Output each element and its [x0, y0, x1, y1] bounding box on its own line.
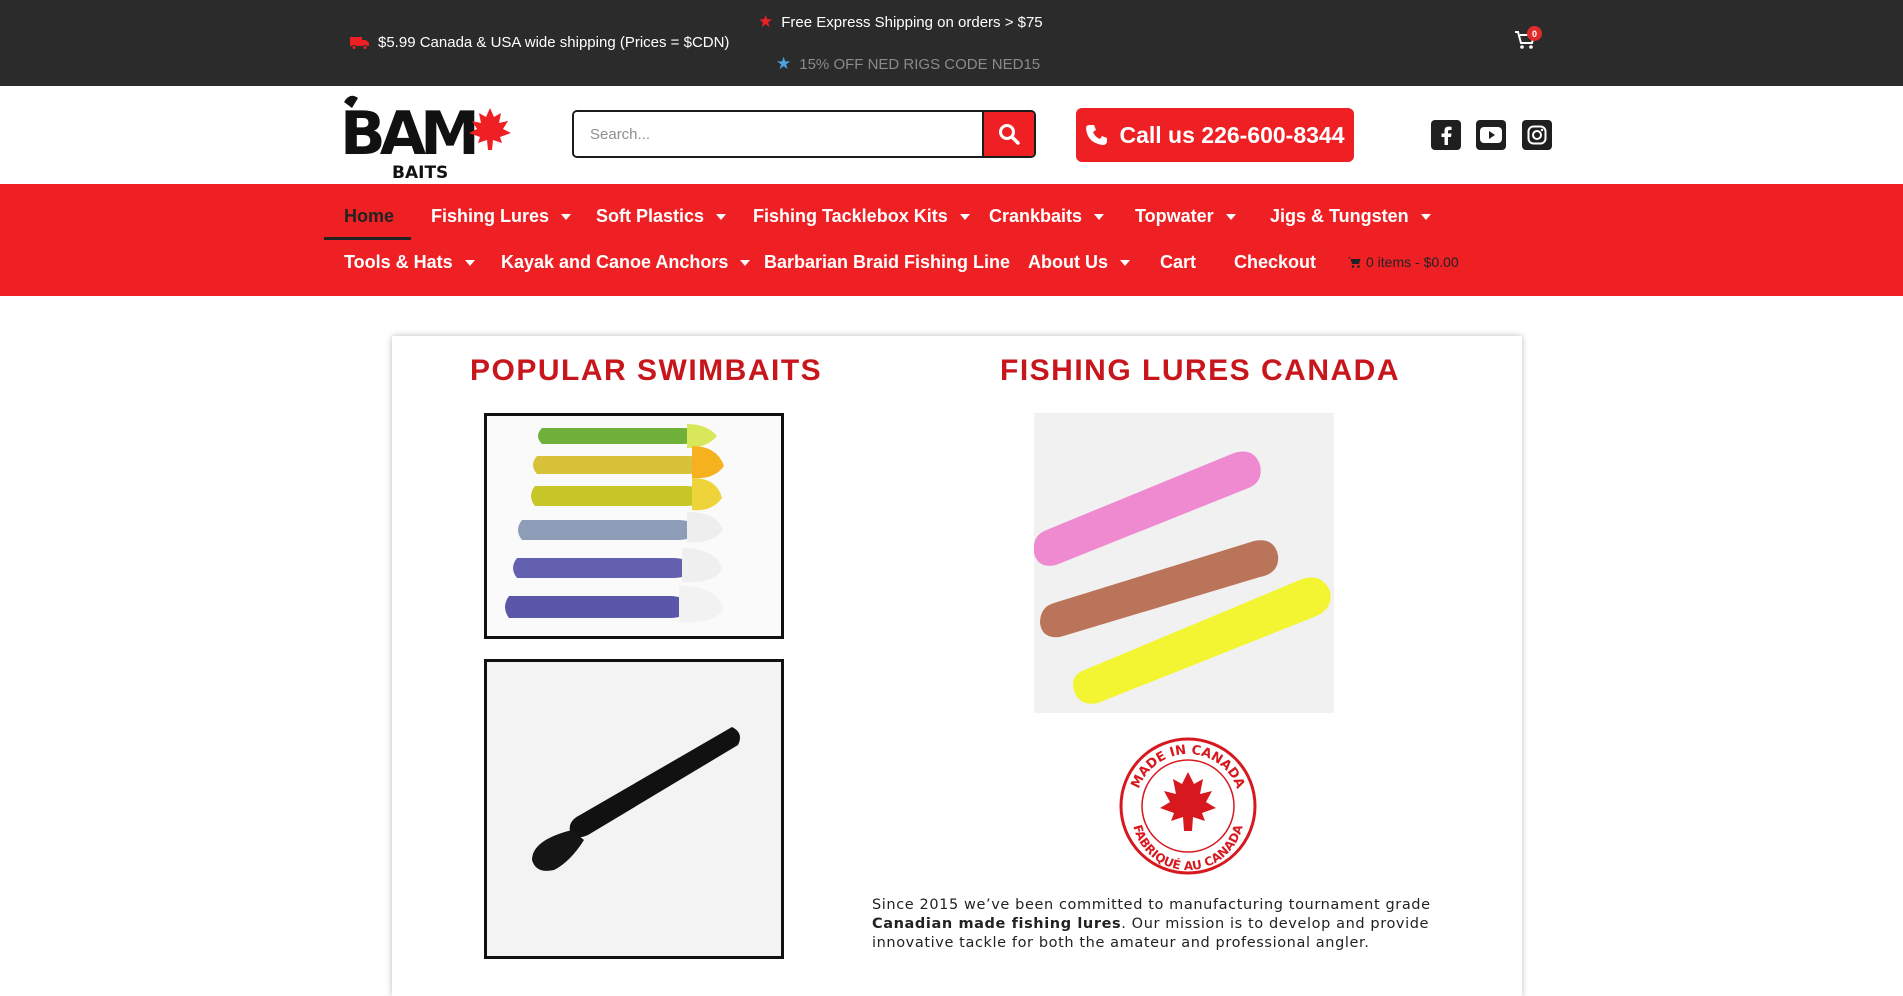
nav-cart-summary[interactable]: 0 items - $0.00	[1348, 254, 1459, 270]
black-swimbait-image[interactable]	[484, 659, 784, 959]
nav-label: Topwater	[1135, 206, 1214, 226]
shipping-text: $5.99 Canada & USA wide shipping (Prices…	[378, 34, 730, 51]
nav-label: Kayak and Canoe Anchors	[501, 252, 729, 272]
nav-label: About Us	[1028, 252, 1108, 272]
fishing-lures-canada-image[interactable]	[1034, 413, 1334, 713]
cart-summary-text: 0 items - $0.00	[1366, 254, 1459, 270]
chevron-down-icon	[1420, 213, 1431, 220]
swimbaits-multicolor-image[interactable]	[484, 413, 784, 639]
svg-text:BAM: BAM	[340, 99, 475, 169]
nav-tools-hats[interactable]: Tools & Hats	[344, 252, 475, 273]
nav-label: Crankbaits	[989, 206, 1083, 226]
instagram-icon	[1527, 125, 1547, 145]
express-text: Free Express Shipping on orders > $75	[781, 13, 1043, 31]
nav-barbarian-braid[interactable]: Barbarian Braid Fishing Line	[764, 252, 1010, 273]
youtube-link[interactable]	[1476, 120, 1506, 150]
phone-icon	[1086, 125, 1108, 145]
nav-label: Tools & Hats	[344, 252, 453, 272]
shipping-notice: $5.99 Canada & USA wide shipping (Prices…	[350, 34, 729, 51]
chevron-down-icon	[1120, 259, 1130, 266]
cart-count-badge: 0	[1527, 26, 1542, 41]
active-nav-indicator	[324, 237, 411, 240]
nav-label: Soft Plastics	[596, 206, 705, 226]
nav-label: Jigs & Tungsten	[1270, 206, 1409, 226]
nav-label: Barbarian Braid Fishing Line	[764, 252, 1011, 272]
nav-label: Checkout	[1234, 252, 1317, 272]
chevron-down-icon	[716, 213, 727, 220]
instagram-link[interactable]	[1522, 120, 1552, 150]
svg-text:BAITS: BAITS	[392, 163, 448, 183]
truck-icon	[350, 36, 369, 50]
facebook-link[interactable]	[1431, 120, 1461, 150]
express-shipping-notice: ★ Free Express Shipping on orders > $75	[758, 12, 1043, 32]
nav-crankbaits[interactable]: Crankbaits	[989, 206, 1105, 227]
chevron-down-icon	[959, 213, 970, 220]
nav-label: Fishing Tacklebox Kits	[753, 206, 948, 226]
nav-topwater[interactable]: Topwater	[1135, 206, 1236, 227]
cart-icon	[1348, 257, 1361, 268]
promo-notice: ★ 15% OFF NED RIGS CODE NED15	[776, 54, 1040, 74]
chevron-down-icon	[740, 259, 751, 266]
facebook-icon	[1441, 126, 1452, 145]
search-icon	[999, 124, 1020, 145]
intro-paragraph: Since 2015 we’ve been committed to manuf…	[872, 896, 1498, 953]
nav-label: Cart	[1160, 252, 1197, 272]
star-icon: ★	[758, 12, 774, 31]
star-icon: ★	[776, 54, 792, 73]
nav-cart[interactable]: Cart	[1160, 252, 1196, 273]
search-input[interactable]	[574, 112, 982, 156]
main-navigation: Home Fishing Lures Soft Plastics Fishing…	[0, 184, 1903, 296]
search-button[interactable]	[982, 112, 1034, 156]
intro-text: Since 2015 we’ve been committed to manuf…	[872, 897, 1431, 913]
top-announcement-bar: $5.99 Canada & USA wide shipping (Prices…	[0, 0, 1903, 86]
nav-fishing-lures[interactable]: Fishing Lures	[431, 206, 572, 227]
nav-checkout[interactable]: Checkout	[1234, 252, 1316, 273]
intro-bold-text: Canadian made fishing lures	[872, 916, 1122, 932]
nav-label: Home	[344, 206, 395, 226]
call-label: Call us 226-600-8344	[1119, 121, 1345, 148]
chevron-down-icon	[1225, 213, 1236, 220]
header-cart[interactable]: 0	[1514, 26, 1542, 55]
search-form	[572, 110, 1036, 158]
call-us-button[interactable]: Call us 226-600-8344	[1076, 108, 1354, 162]
popular-swimbaits-heading: POPULAR SWIMBAITS	[470, 354, 823, 387]
chevron-down-icon	[464, 259, 475, 266]
nav-jigs-tungsten[interactable]: Jigs & Tungsten	[1270, 206, 1431, 227]
nav-soft-plastics[interactable]: Soft Plastics	[596, 206, 727, 227]
fishing-lures-canada-heading: FISHING LURES CANADA	[1000, 354, 1401, 387]
bam-baits-logo[interactable]: BAM BAITS	[340, 88, 520, 184]
nav-home[interactable]: Home	[344, 206, 394, 227]
nav-tacklebox-kits[interactable]: Fishing Tacklebox Kits	[753, 206, 970, 227]
chevron-down-icon	[1094, 213, 1105, 220]
youtube-icon	[1480, 127, 1502, 143]
nav-label: Fishing Lures	[431, 206, 550, 226]
nav-kayak-anchors[interactable]: Kayak and Canoe Anchors	[501, 252, 751, 273]
site-header: BAM BAITS Call us 226-600-8344	[0, 86, 1903, 184]
nav-about-us[interactable]: About Us	[1028, 252, 1130, 273]
promo-text: 15% OFF NED RIGS CODE NED15	[799, 55, 1041, 73]
chevron-down-icon	[561, 213, 572, 220]
made-in-canada-badge: MADE IN CANADA FABRIQUÉ AU CANADA	[1118, 736, 1258, 876]
